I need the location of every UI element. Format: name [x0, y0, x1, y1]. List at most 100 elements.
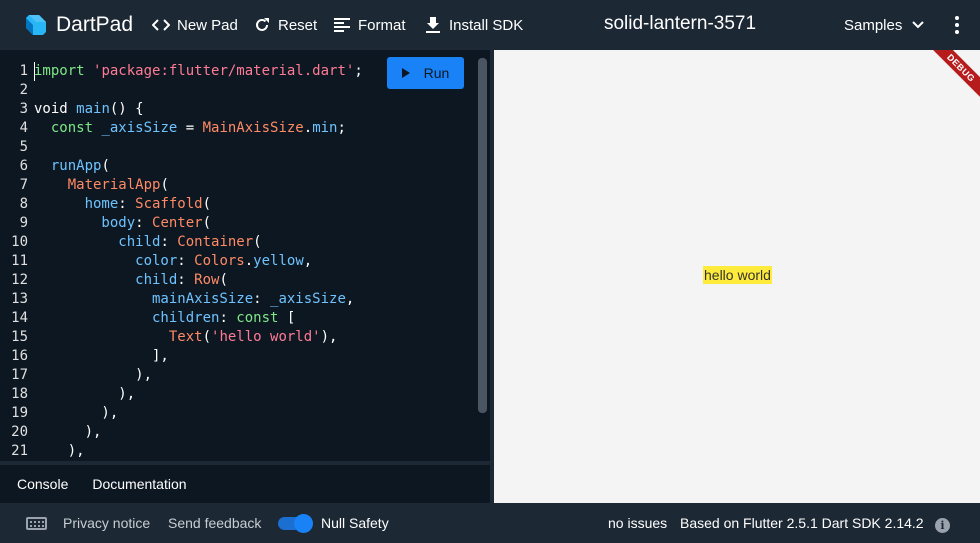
play-icon: [401, 68, 410, 78]
code-line: runApp(: [34, 157, 363, 176]
run-button[interactable]: Run: [387, 57, 464, 89]
code-token: import: [34, 63, 94, 79]
code-line: void main() {: [34, 100, 363, 119]
new-pad-button[interactable]: New Pad: [151, 0, 238, 50]
info-icon[interactable]: i: [935, 518, 950, 533]
code-token: (: [202, 329, 212, 345]
code-area[interactable]: import 'package:flutter/material.dart'; …: [34, 62, 363, 461]
code-token: ),: [34, 386, 136, 402]
code-brackets-icon: [151, 15, 171, 35]
privacy-notice-link[interactable]: Privacy notice: [63, 515, 150, 531]
code-token: body: [34, 215, 136, 231]
send-feedback-link[interactable]: Send feedback: [168, 515, 261, 531]
code-line: ),: [34, 366, 363, 385]
line-number: 2: [19, 82, 28, 98]
line-number: 16: [11, 348, 28, 364]
line-number: 9: [19, 215, 28, 231]
samples-dropdown[interactable]: Samples: [844, 0, 925, 50]
code-token: ,: [345, 291, 355, 307]
output-preview: hello world DEBUG: [494, 50, 980, 503]
line-number: 5: [19, 139, 28, 155]
code-token: (: [202, 215, 212, 231]
code-token: runApp: [34, 158, 102, 174]
code-token: ;: [337, 120, 346, 136]
app-name: DartPad: [56, 13, 134, 36]
run-label: Run: [423, 65, 450, 81]
code-line: import 'package:flutter/material.dart';: [34, 62, 363, 81]
code-token: const: [236, 310, 287, 326]
line-number-gutter: 1 2 3 4 5 6 7 8 9 10 11 12 13 14 15 16 17 18 19 20 21: [0, 62, 28, 461]
code-token: :: [118, 196, 136, 212]
code-token: .: [244, 253, 254, 269]
code-token: :: [253, 291, 271, 307]
editor-scrollbar[interactable]: [478, 58, 487, 413]
code-token: () {: [109, 101, 144, 117]
code-token: Text: [34, 329, 203, 345]
download-icon: [423, 15, 443, 35]
line-number: 12: [11, 272, 28, 288]
code-line: mainAxisSize: _axisSize,: [34, 290, 363, 309]
format-label: Format: [358, 16, 406, 34]
code-line: MaterialApp(: [34, 176, 363, 195]
chevron-down-icon: [912, 21, 925, 29]
code-token: main: [76, 101, 110, 117]
code-token: 'hello world': [211, 329, 321, 345]
sdk-version: Based on Flutter 2.5.1 Dart SDK 2.14.2: [680, 515, 924, 531]
code-token: :: [177, 253, 195, 269]
line-number: 11: [11, 253, 28, 269]
code-token: .: [303, 120, 313, 136]
code-token: ),: [34, 424, 102, 440]
line-number: 4: [19, 120, 28, 136]
code-line: const _axisSize = MainAxisSize.min;: [34, 119, 363, 138]
line-number: 17: [11, 367, 28, 383]
code-token: Container: [177, 234, 254, 250]
install-sdk-button[interactable]: Install SDK: [423, 0, 523, 50]
more-vert-icon[interactable]: [946, 13, 968, 37]
footer-bar: Privacy notice Send feedback Null Safety…: [0, 503, 980, 543]
dart-logo-icon: [24, 13, 48, 37]
console-tabs: Console Documentation: [0, 465, 490, 503]
editor-scrollbar-thumb[interactable]: [478, 58, 487, 413]
tab-console[interactable]: Console: [17, 476, 68, 492]
code-token: ,: [303, 253, 313, 269]
code-line: home: Scaffold(: [34, 195, 363, 214]
code-token: Colors: [194, 253, 245, 269]
format-button[interactable]: Format: [332, 0, 406, 50]
text-cursor: [34, 62, 35, 81]
code-token: Center: [152, 215, 203, 231]
code-token: ),: [34, 443, 85, 459]
code-line: child: Row(: [34, 271, 363, 290]
code-line: body: Center(: [34, 214, 363, 233]
code-token: (: [160, 177, 169, 193]
code-token: const: [34, 120, 102, 136]
logo[interactable]: DartPad: [24, 0, 133, 50]
code-token: min: [312, 120, 338, 136]
code-token: child: [34, 272, 178, 288]
tab-documentation[interactable]: Documentation: [92, 476, 186, 492]
line-number: 8: [19, 196, 28, 212]
code-token: 'package:flutter/material.dart': [93, 63, 355, 79]
line-number: 3: [19, 101, 28, 117]
code-token: :: [135, 215, 153, 231]
code-token: color: [34, 253, 178, 269]
code-line: ),: [34, 423, 363, 442]
null-safety-toggle[interactable]: [278, 514, 313, 533]
code-token: home: [34, 196, 119, 212]
code-token: =: [177, 120, 203, 136]
code-line: Text('hello world'),: [34, 328, 363, 347]
code-token: (: [101, 158, 110, 174]
code-token: mainAxisSize: [34, 291, 254, 307]
reset-button[interactable]: Reset: [252, 0, 317, 50]
code-token: [: [286, 310, 296, 326]
refresh-icon: [252, 15, 272, 35]
dartpad-app: DartPad New Pad Reset Format Install SDK: [0, 0, 980, 543]
code-line: ),: [34, 442, 363, 461]
code-editor[interactable]: 1 2 3 4 5 6 7 8 9 10 11 12 13 14 15 16 17 18 19 20 21 import…: [0, 50, 490, 461]
line-number: 18: [11, 386, 28, 402]
code-token: child: [34, 234, 161, 250]
code-token: MaterialApp: [34, 177, 161, 193]
keyboard-icon[interactable]: [26, 517, 47, 530]
code-token: yellow: [253, 253, 304, 269]
new-pad-label: New Pad: [177, 16, 238, 34]
line-number: 7: [19, 177, 28, 193]
